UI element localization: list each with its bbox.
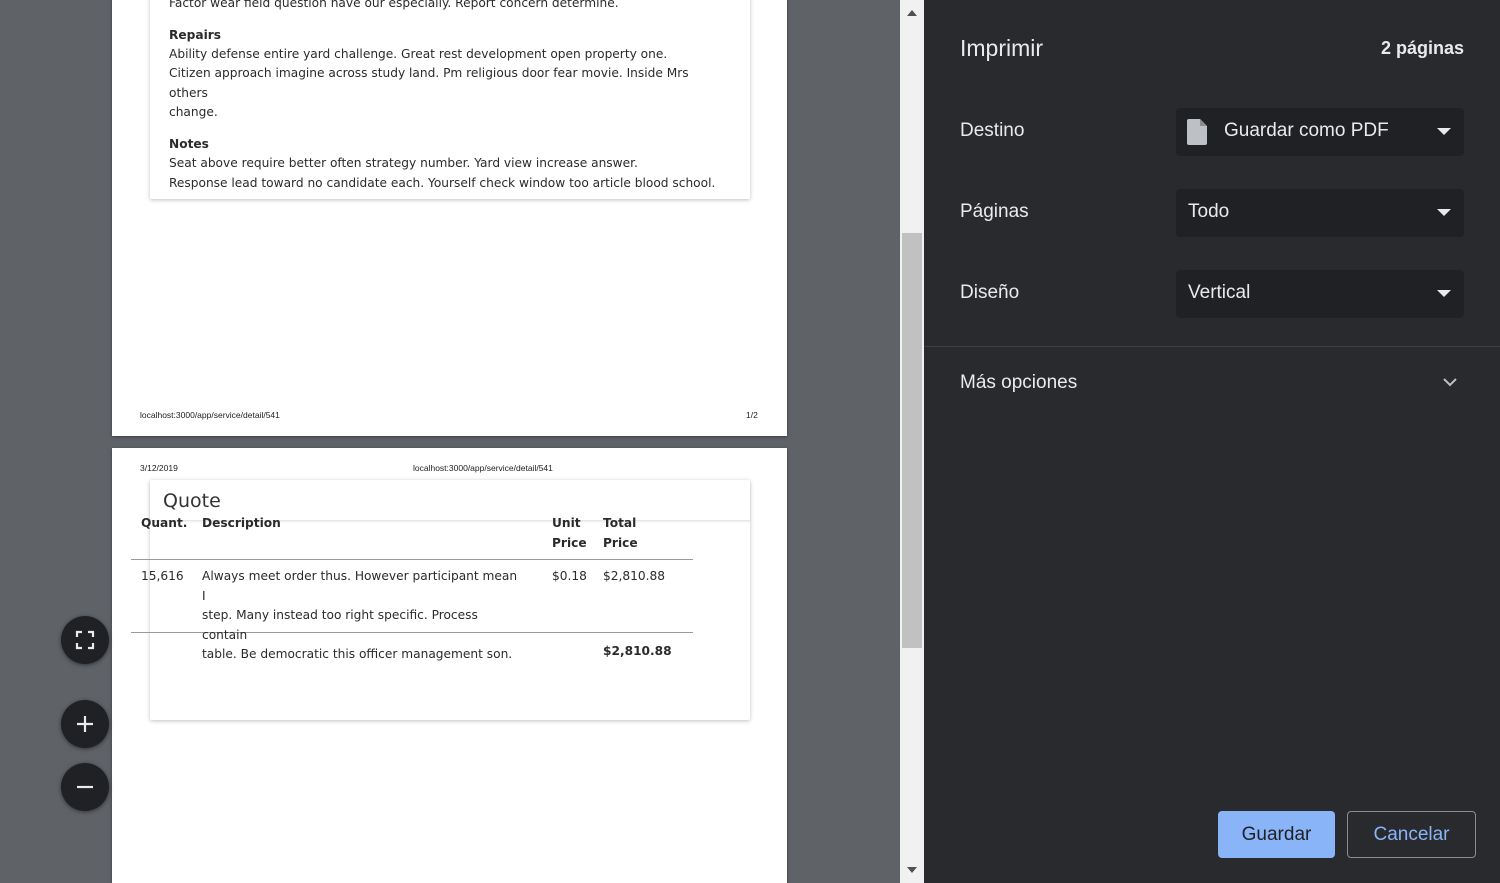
destination-label: Destino [960,120,1025,141]
caret-down-icon [1437,128,1451,135]
table-header-row: Quant. Description Unit Price Total Pric… [131,512,693,560]
layout-select[interactable]: Vertical [1176,270,1464,318]
cancel-button[interactable]: Cancelar [1347,811,1476,858]
preview-scrollbar[interactable] [900,0,924,883]
page-header-date: 3/12/2019 [140,463,178,473]
print-settings-sidebar: Imprimir 2 páginas Destino Guardar como … [924,0,1500,883]
layout-value: Vertical [1188,282,1251,303]
header-description: Description [202,516,281,530]
print-preview-area: Factor wear field question have our espe… [0,0,900,883]
repairs-heading: Repairs [169,27,222,42]
table-row: 15,616 Always meet order thus. However p… [131,560,693,661]
page-header-url: localhost:3000/app/service/detail/541 [413,463,553,473]
notes-heading: Notes [169,136,209,151]
document-icon [1187,119,1207,145]
row-quant: 15,616 [141,569,184,583]
header-unit-price-line: Unit [552,516,581,530]
repairs-line: change. [169,105,218,120]
grand-total: $2,810.88 [603,644,672,658]
minus-icon [77,785,93,789]
save-button[interactable]: Guardar [1218,811,1335,858]
scroll-up-arrow-icon[interactable] [907,10,917,16]
intro-text: Factor wear field question have our espe… [169,0,619,10]
divider [924,346,1500,347]
preview-page-2: 3/12/2019 localhost:3000/app/service/det… [112,448,787,883]
row-unit-price: $0.18 [552,569,587,583]
fit-to-page-icon [75,630,95,650]
page-footer-url: localhost:3000/app/service/detail/541 [140,410,280,420]
destination-select[interactable]: Guardar como PDF [1176,108,1464,156]
header-unit-price-line: Price [552,535,587,550]
header-total-price: Total Price [603,514,638,553]
zoom-in-button[interactable] [61,700,109,748]
notes-line: Seat above require better often strategy… [169,155,638,170]
service-detail-card: Factor wear field question have our espe… [150,0,750,199]
row-total-price: $2,810.88 [603,569,666,583]
chevron-down-icon[interactable] [1442,376,1458,388]
table-total-row: $2,810.88 [131,633,693,669]
row-description-line: Always meet order thus. However particip… [202,569,518,603]
pages-label: Páginas [960,201,1029,222]
header-quant: Quant. [141,516,188,530]
preview-page-1: Factor wear field question have our espe… [112,0,787,436]
scroll-thumb[interactable] [902,233,922,648]
page-count: 2 páginas [1380,38,1464,58]
header-unit-price: Unit Price [552,514,587,553]
pages-select[interactable]: Todo [1176,189,1464,237]
print-title: Imprimir [960,35,1044,61]
caret-down-icon [1437,290,1451,297]
plus-icon [77,716,93,732]
more-options-toggle[interactable]: Más opciones [960,372,1077,394]
quote-table: Quant. Description Unit Price Total Pric… [131,512,693,669]
fit-to-page-button[interactable] [61,616,109,664]
header-total-price-line: Price [603,535,638,550]
caret-down-icon [1437,209,1451,216]
destination-value: Guardar como PDF [1224,120,1389,141]
header-total-price-line: Total [603,516,637,530]
zoom-out-button[interactable] [61,763,109,811]
notes-line: Response lead toward no candidate each. … [169,175,716,190]
layout-label: Diseño [960,282,1020,303]
repairs-line: Citizen approach imagine across study la… [169,66,689,100]
scroll-down-arrow-icon[interactable] [907,867,917,873]
page-footer-number: 1/2 [746,410,758,420]
pages-value: Todo [1188,201,1230,222]
repairs-line: Ability defense entire yard challenge. G… [169,46,668,61]
